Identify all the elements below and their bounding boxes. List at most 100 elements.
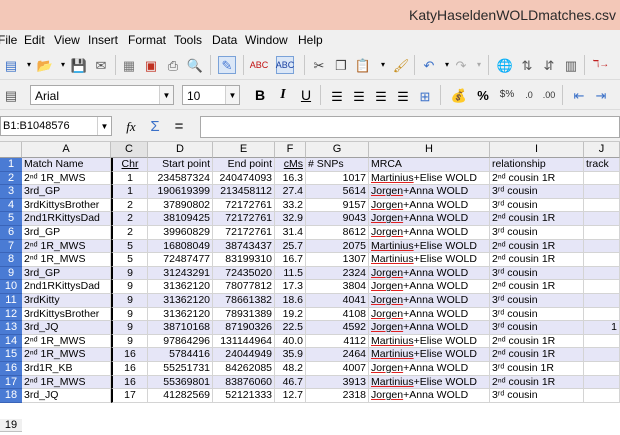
header-cell-snps[interactable]: # SNPs: [306, 158, 369, 172]
cell-cms[interactable]: 22.5: [275, 321, 306, 335]
cell-start-point[interactable]: 37890802: [148, 198, 213, 213]
row-header[interactable]: 16: [0, 362, 22, 376]
menu-help[interactable]: Help: [298, 33, 323, 47]
cell-track[interactable]: [584, 280, 620, 294]
sum-icon[interactable]: Σ: [146, 117, 164, 135]
cell-chr[interactable]: 9: [111, 294, 148, 308]
cell-snps[interactable]: 9043: [306, 212, 369, 226]
formula-icon[interactable]: =: [170, 117, 188, 135]
cell-mrca[interactable]: Martinius+Elise WOLD: [369, 375, 490, 390]
cell-mrca[interactable]: Jorgen+Anna WOLD: [369, 212, 490, 226]
cell-mrca[interactable]: Martinius+Elise WOLD: [369, 348, 490, 362]
cell-start-point[interactable]: 55251731: [148, 362, 213, 376]
cell-snps[interactable]: 1307: [306, 253, 369, 267]
cell-relationship[interactable]: 2ⁿᵈ cousin 1R: [490, 348, 584, 362]
row-header[interactable]: 1: [0, 158, 22, 172]
cell-start-point[interactable]: 97864296: [148, 334, 213, 349]
cell-end-point[interactable]: 78931389: [213, 307, 275, 322]
cell-match-name[interactable]: 2ⁿᵈ 1R_MWS: [22, 171, 111, 186]
cell-cms[interactable]: 46.7: [275, 375, 306, 390]
cell-relationship[interactable]: 2ⁿᵈ cousin 1R: [490, 212, 584, 226]
cell-snps[interactable]: 4108: [306, 307, 369, 322]
menu-insert[interactable]: Insert: [88, 33, 118, 47]
paste-icon[interactable]: 📋: [354, 56, 372, 74]
header-cell-end[interactable]: End point: [213, 158, 275, 172]
cell-snps[interactable]: 4041: [306, 294, 369, 308]
cell-chr[interactable]: 9: [111, 266, 148, 281]
cell-cms[interactable]: 11.5: [275, 266, 306, 281]
function-wizard-icon[interactable]: fx: [122, 117, 140, 135]
cell-cms[interactable]: 35.9: [275, 348, 306, 362]
menu-format[interactable]: Format: [128, 33, 166, 47]
cell-cms[interactable]: 25.7: [275, 239, 306, 254]
cell-cms[interactable]: 17.3: [275, 280, 306, 294]
italic-button[interactable]: I: [274, 86, 292, 104]
underline-button[interactable]: U: [297, 86, 315, 104]
cell-end-point[interactable]: 83876060: [213, 375, 275, 390]
delete-decimal-icon[interactable]: .00: [540, 86, 558, 104]
cell-mrca[interactable]: Jorgen+Anna WOLD: [369, 280, 490, 294]
cell-relationship[interactable]: 2ⁿᵈ cousin 1R: [490, 375, 584, 390]
cell-relationship[interactable]: 3ʳᵈ cousin: [490, 185, 584, 199]
cell-track[interactable]: [584, 266, 620, 281]
cell-match-name[interactable]: 3rd_JQ: [22, 389, 111, 403]
cell-snps[interactable]: 2464: [306, 348, 369, 362]
cell-snps[interactable]: 5614: [306, 185, 369, 199]
cell-track[interactable]: [584, 171, 620, 186]
cell-end-point[interactable]: 240474093: [213, 171, 275, 186]
row-header[interactable]: 5: [0, 212, 22, 226]
percent-format-icon[interactable]: %: [474, 86, 492, 104]
cell-start-point[interactable]: 190619399: [148, 185, 213, 199]
cell-chr[interactable]: 2: [111, 226, 148, 240]
cell-start-point[interactable]: 234587324: [148, 171, 213, 186]
header-cell-relationship[interactable]: relationship: [490, 158, 584, 172]
email-icon[interactable]: ✉: [92, 56, 110, 74]
menu-file[interactable]: File: [0, 33, 17, 47]
cell-track[interactable]: [584, 334, 620, 349]
cell-relationship[interactable]: 3ʳᵈ cousin 1R: [490, 362, 584, 376]
header-cell-track[interactable]: track: [584, 158, 620, 172]
cell-end-point[interactable]: 72172761: [213, 198, 275, 213]
add-decimal-icon[interactable]: .0: [520, 86, 538, 104]
cell-snps[interactable]: 4592: [306, 321, 369, 335]
align-right-icon[interactable]: ☰: [372, 87, 390, 105]
cell-match-name[interactable]: 3rd_GP: [22, 185, 111, 199]
cell-end-point[interactable]: 72172761: [213, 212, 275, 226]
row-header[interactable]: 13: [0, 321, 22, 335]
cell-match-name[interactable]: 3rd_GP: [22, 266, 111, 281]
row-header[interactable]: 17: [0, 375, 22, 390]
chart-icon[interactable]: ▥: [562, 56, 580, 74]
cell-relationship[interactable]: 3ʳᵈ cousin: [490, 294, 584, 308]
cell-relationship[interactable]: 3ʳᵈ cousin: [490, 389, 584, 403]
cell-track[interactable]: [584, 362, 620, 376]
spreadsheet-grid[interactable]: A C D E F G H I J 1 Match Name Chr Start…: [0, 142, 620, 435]
row-header[interactable]: 7: [0, 239, 22, 254]
row-header[interactable]: 19: [0, 418, 22, 433]
header-cell-start[interactable]: Start point: [148, 158, 213, 172]
column-header-e[interactable]: E: [213, 142, 275, 158]
cell-chr[interactable]: 1: [111, 171, 148, 186]
currency-format-icon[interactable]: 💰: [450, 86, 468, 104]
undo-icon[interactable]: ↶: [420, 56, 438, 74]
cell-start-point[interactable]: 55369801: [148, 375, 213, 390]
column-header-a[interactable]: A: [22, 142, 111, 158]
cell-start-point[interactable]: 38109425: [148, 212, 213, 226]
row-header[interactable]: 15: [0, 348, 22, 362]
spellcheck-icon[interactable]: ABC: [250, 56, 269, 74]
increase-indent-icon[interactable]: ⇥: [592, 86, 610, 104]
cell-match-name[interactable]: 3rd1R_KB: [22, 362, 111, 376]
cell-snps[interactable]: 3913: [306, 375, 369, 390]
cell-mrca[interactable]: Martinius+Elise WOLD: [369, 171, 490, 186]
cell-track[interactable]: [584, 307, 620, 322]
cell-start-point[interactable]: 16808049: [148, 239, 213, 254]
cell-track[interactable]: [584, 348, 620, 362]
cell-match-name[interactable]: 2ⁿᵈ 1R_MWS: [22, 239, 111, 254]
font-size-combo[interactable]: 10 ▼: [182, 85, 240, 105]
cell-chr[interactable]: 16: [111, 362, 148, 376]
cell-chr[interactable]: 9: [111, 280, 148, 294]
cell-match-name[interactable]: 3rd_JQ: [22, 321, 111, 335]
cell-track[interactable]: [584, 185, 620, 199]
cell-snps[interactable]: 8612: [306, 226, 369, 240]
redo-icon[interactable]: ↷: [452, 56, 470, 74]
cell-end-point[interactable]: 78661382: [213, 294, 275, 308]
